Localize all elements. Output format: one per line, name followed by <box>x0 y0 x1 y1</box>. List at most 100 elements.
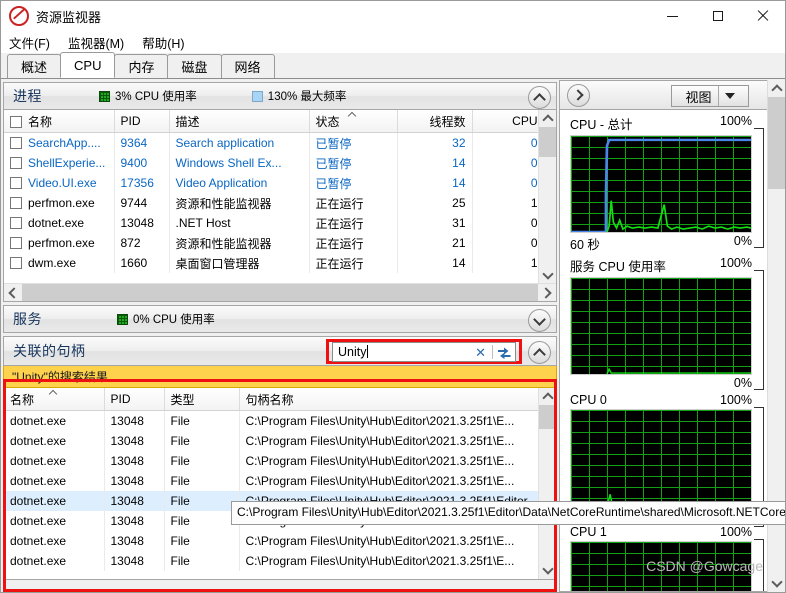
graph-max-label: 100% <box>720 256 752 270</box>
table-row[interactable]: ShellExperie... 9400 Windows Shell Ex...… <box>4 153 539 173</box>
process-name: SearchApp.... <box>4 132 115 153</box>
graph-plot <box>606 494 751 506</box>
processes-header[interactable]: 进程 3% CPU 使用率 130% 最大频率 <box>3 82 557 110</box>
graph-canvas <box>570 135 752 233</box>
graph-title: CPU - 总计 <box>570 118 633 132</box>
processes-col-status[interactable]: 状态 <box>309 110 398 133</box>
handle-name: C:\Program Files\Unity\Hub\Editor\2021.3… <box>239 551 539 571</box>
refresh-search-icon[interactable] <box>493 346 515 359</box>
scroll-thumb[interactable] <box>768 97 785 189</box>
processes-vertical-scrollbar[interactable] <box>538 110 556 284</box>
handles-col-type[interactable]: 类型 <box>164 388 240 411</box>
tab-cpu[interactable]: CPU <box>60 52 116 78</box>
table-row[interactable]: dotnet.exe 13048 File C:\Program Files\U… <box>4 451 539 471</box>
table-row[interactable]: dotnet.exe 13048 File C:\Program Files\U… <box>4 531 539 551</box>
handles-header: 关联的句柄 Unity ✕ <box>3 336 557 366</box>
row-checkbox[interactable] <box>10 237 22 249</box>
clear-search-icon[interactable]: ✕ <box>469 346 492 359</box>
scroll-thumb[interactable] <box>539 127 556 157</box>
process-status: 正在运行 <box>309 193 398 213</box>
handle-name: C:\Program Files\Unity\Hub\Editor\2021.3… <box>239 471 539 491</box>
processes-collapse-button[interactable] <box>528 86 551 109</box>
table-row[interactable]: dotnet.exe 13048 .NET Host 正在运行 31 0 <box>4 213 539 233</box>
handle-search-box[interactable]: Unity ✕ <box>332 342 516 362</box>
processes-col-pid[interactable]: PID <box>114 110 170 133</box>
handle-type: File <box>164 451 240 471</box>
table-row[interactable]: dotnet.exe 13048 File C:\Program Files\U… <box>4 410 539 431</box>
scroll-up-button[interactable] <box>768 80 785 97</box>
view-button[interactable]: 视图 <box>671 85 749 107</box>
handles-col-name[interactable]: 名称 <box>4 388 105 411</box>
green-swatch-icon <box>117 313 128 325</box>
expand-panel-button[interactable] <box>567 83 590 107</box>
window-title: 资源监视器 <box>36 9 102 25</box>
table-row[interactable]: perfmon.exe 9744 资源和性能监视器 正在运行 25 1 <box>4 193 539 213</box>
select-all-checkbox[interactable] <box>10 115 22 128</box>
graph-labels: CPU 1 100% <box>570 525 752 539</box>
processes-col-description[interactable]: 描述 <box>169 110 310 133</box>
handle-process-name: dotnet.exe <box>4 491 105 511</box>
row-checkbox[interactable] <box>10 157 22 169</box>
processes-col-name[interactable]: 名称 <box>4 110 115 133</box>
scroll-thumb[interactable] <box>539 405 556 429</box>
graph-max-label: 100% <box>720 114 752 128</box>
graph-title: 服务 CPU 使用率 <box>570 260 666 274</box>
search-input[interactable]: Unity <box>333 345 469 359</box>
handle-pid: 13048 <box>104 410 165 431</box>
handle-pid: 13048 <box>104 431 165 451</box>
services-section: 服务 0% CPU 使用率 <box>3 305 557 333</box>
close-button[interactable] <box>740 1 785 31</box>
scroll-down-button[interactable] <box>539 267 556 284</box>
minimize-button[interactable] <box>650 1 695 31</box>
handles-col-pid[interactable]: PID <box>104 388 165 411</box>
tab-overview[interactable]: 概述 <box>7 54 62 78</box>
row-checkbox[interactable] <box>10 137 22 149</box>
row-checkbox[interactable] <box>10 177 22 189</box>
menu-item-monitor[interactable]: 监视器(M) <box>68 31 134 54</box>
process-status: 已暂停 <box>309 132 398 153</box>
graph-time-label: 60 秒 <box>570 238 600 252</box>
row-checkbox[interactable] <box>10 217 22 229</box>
scroll-thumb[interactable] <box>22 284 538 301</box>
processes-col-cpu[interactable]: CPU <box>472 110 539 133</box>
chevron-left-icon <box>8 286 20 299</box>
window-controls <box>650 1 785 31</box>
graph-min-label: 0% <box>733 376 752 390</box>
table-row[interactable]: dotnet.exe 13048 File C:\Program Files\U… <box>4 471 539 491</box>
scroll-right-button[interactable] <box>539 284 556 301</box>
table-row[interactable]: SearchApp.... 9364 Search application 已暂… <box>4 132 539 153</box>
divider <box>717 86 719 106</box>
services-expand-button[interactable] <box>528 309 551 332</box>
handles-col-handle-name[interactable]: 句柄名称 <box>239 388 539 411</box>
handles-collapse-button[interactable] <box>528 341 551 364</box>
scroll-up-button[interactable] <box>539 388 556 405</box>
handles-vertical-scrollbar[interactable] <box>538 388 556 579</box>
scroll-left-button[interactable] <box>4 284 21 301</box>
scroll-down-button[interactable] <box>539 562 556 579</box>
sort-ascending-icon <box>50 389 57 393</box>
process-threads: 14 <box>397 153 473 173</box>
menu-item-help[interactable]: 帮助(H) <box>142 31 194 54</box>
table-row[interactable]: Video.UI.exe 17356 Video Application 已暂停… <box>4 173 539 193</box>
row-checkbox[interactable] <box>10 197 22 209</box>
handle-process-name: dotnet.exe <box>4 431 105 451</box>
graph-service-cpu: 服务 CPU 使用率 100% 0% <box>560 256 768 390</box>
table-row[interactable]: dotnet.exe 13048 File C:\Program Files\U… <box>4 551 539 571</box>
row-checkbox[interactable] <box>10 257 22 269</box>
process-threads: 14 <box>397 173 473 193</box>
menu-item-file[interactable]: 文件(F) <box>9 31 60 54</box>
services-header[interactable]: 服务 0% CPU 使用率 <box>3 305 557 333</box>
processes-col-threads[interactable]: 线程数 <box>397 110 473 133</box>
scroll-up-button[interactable] <box>539 110 556 127</box>
maximize-button[interactable] <box>695 1 740 31</box>
scroll-down-button[interactable] <box>768 575 785 592</box>
table-row[interactable]: perfmon.exe 872 资源和性能监视器 正在运行 21 0 <box>4 233 539 253</box>
tab-memory[interactable]: 内存 <box>114 54 169 78</box>
graph-canvas <box>570 277 752 375</box>
tab-network[interactable]: 网络 <box>220 54 275 78</box>
process-status: 已暂停 <box>309 153 398 173</box>
table-row[interactable]: dotnet.exe 13048 File C:\Program Files\U… <box>4 431 539 451</box>
tab-disk[interactable]: 磁盘 <box>167 54 222 78</box>
table-row[interactable]: dwm.exe 1660 桌面窗口管理器 正在运行 14 1 <box>4 253 539 273</box>
processes-horizontal-scrollbar[interactable] <box>4 283 556 301</box>
